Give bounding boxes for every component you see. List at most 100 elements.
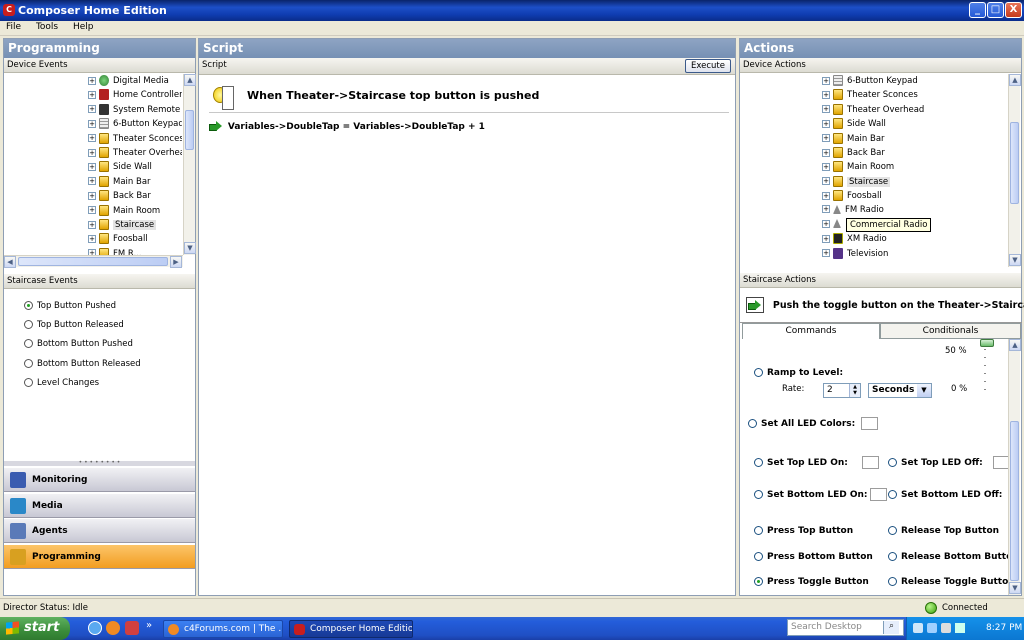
expand-icon[interactable]: + [88,234,96,243]
scroll-right-icon[interactable]: ▶ [170,256,182,268]
start-button[interactable]: start [0,617,70,640]
left-tree-hscroll[interactable]: ◀ ▶ [4,255,183,268]
expand-icon[interactable]: + [88,76,96,85]
event-radio[interactable] [24,358,33,368]
tray-icon[interactable] [913,623,923,633]
expand-icon[interactable]: + [822,105,830,114]
tab-conditionals[interactable]: Conditionals [880,323,1021,339]
bottom-led-on-swatch[interactable] [869,488,887,501]
tree-item[interactable]: + XM Radio [822,233,887,247]
event-radio[interactable] [24,320,33,330]
scroll-down-icon[interactable]: ▼ [1009,582,1021,594]
tree-item[interactable]: + Theater Sconces [88,132,182,147]
tree-item[interactable]: + Theater Sconces [822,89,918,103]
expand-icon[interactable]: + [88,220,96,229]
nav-media[interactable]: Media [4,492,195,518]
scroll-left-icon[interactable]: ◀ [4,256,16,268]
event-option[interactable]: Top Button Released [24,320,124,330]
tree-item[interactable]: + Main Bar [822,132,885,147]
hscroll-thumb[interactable] [18,257,168,266]
release-top-button-option[interactable]: Release Top Button [888,526,999,536]
close-button[interactable]: X [1005,2,1022,18]
set-top-led-on-option[interactable]: Set Top LED On: [754,456,879,469]
tree-item[interactable]: + Digital Media [88,75,169,89]
scroll-thumb[interactable] [185,110,194,150]
event-option[interactable]: Bottom Button Pushed [24,339,133,349]
expand-icon[interactable]: + [822,177,830,186]
tree-item[interactable]: + Main Room [822,161,894,175]
scroll-thumb[interactable] [1010,122,1019,204]
tree-item[interactable]: + Staircase [88,219,157,233]
all-led-color-swatch[interactable] [861,417,879,430]
tree-item[interactable]: + System Remote C [88,103,182,118]
ramp-to-level-option[interactable]: Ramp to Level: [754,368,843,378]
tree-item[interactable]: + Main Room [88,204,160,219]
commands-vscroll[interactable]: ▲ ▼ [1008,339,1021,595]
action-title-row[interactable]: Push the toggle button on the Theater->S… [746,297,1024,313]
quicklaunch-more-icon[interactable]: » [146,620,152,631]
release-toggle-button-option[interactable]: Release Toggle Button [888,577,1008,587]
set-all-led-option[interactable]: Set All LED Colors: [748,417,879,430]
level-slider-thumb[interactable] [980,339,994,347]
expand-icon[interactable]: + [88,105,96,114]
scroll-up-icon[interactable]: ▲ [184,74,196,86]
tree-item[interactable]: + Side Wall [88,161,152,175]
expand-icon[interactable]: + [88,191,96,200]
tray-icon[interactable] [927,623,937,633]
search-desktop-input[interactable]: Search Desktop ⌕ [787,619,904,636]
tree-item[interactable]: + Main Bar [88,175,151,190]
tree-item[interactable]: +6-Button Keypad [822,75,918,89]
tree-item[interactable]: + Foosball [822,190,882,204]
tree-item[interactable]: + [822,219,845,233]
execute-button[interactable]: Execute [685,59,731,73]
tree-item[interactable]: + Staircase [822,175,891,190]
firefox-icon[interactable] [106,621,120,635]
expand-icon[interactable]: + [88,162,96,171]
event-radio[interactable] [24,301,33,310]
expand-icon[interactable]: + [822,90,830,99]
device-events-tree[interactable]: + Digital Media + Home Controller H + System … [4,74,182,257]
expand-icon[interactable]: + [88,134,96,143]
tree-item[interactable]: + Side Wall [822,118,886,132]
expand-icon[interactable]: + [822,191,830,200]
maximize-button[interactable]: □ [987,2,1004,18]
event-radio[interactable] [24,339,33,349]
expand-icon[interactable]: + [88,90,96,99]
event-radio[interactable] [24,377,33,387]
tree-item[interactable]: + Theater Overhead [822,103,924,118]
scroll-thumb[interactable] [1010,421,1019,581]
search-icon[interactable]: ⌕ [883,621,899,634]
scroll-down-icon[interactable]: ▼ [184,242,196,254]
tree-item[interactable]: + Home Controller H [88,89,182,103]
task-c4forums[interactable]: c4Forums.com | The ... [163,620,283,638]
set-top-led-off-option[interactable]: Set Top LED Off: [888,456,1008,469]
quicklaunch-app-icon[interactable] [125,621,139,635]
menu-file[interactable]: File [0,21,21,32]
release-bottom-button-option[interactable]: Release Bottom Button [888,552,1008,562]
expand-icon[interactable]: + [822,234,830,243]
top-led-off-swatch[interactable] [992,456,1008,469]
expand-icon[interactable]: + [822,219,830,228]
menu-help[interactable]: Help [61,21,94,32]
task-composer[interactable]: Composer Home Edition [289,620,413,638]
expand-icon[interactable]: + [88,119,96,128]
scroll-down-icon[interactable]: ▼ [1009,254,1021,266]
ie-icon[interactable] [88,621,102,635]
expand-icon[interactable]: + [822,249,830,258]
scroll-up-icon[interactable]: ▲ [1009,74,1021,86]
expand-icon[interactable]: + [822,162,830,171]
press-top-button-option[interactable]: Press Top Button [754,526,853,536]
expand-icon[interactable]: + [822,134,830,143]
nav-programming[interactable]: Programming [4,543,195,569]
set-bottom-led-on-option[interactable]: Set Bottom LED On: [754,488,887,501]
rate-stepper[interactable]: 2 ▲ ▼ [823,383,861,398]
tree-item[interactable]: + Television [822,247,888,262]
tree-item[interactable]: + FM Radio [822,204,884,219]
set-bottom-led-off-option[interactable]: Set Bottom LED Off: [888,488,1008,501]
tree-item[interactable]: + Theater Overhead [88,147,182,161]
scroll-up-icon[interactable]: ▲ [1009,339,1021,351]
event-option[interactable]: Bottom Button Released [24,358,141,369]
rate-unit-select[interactable]: Seconds ▼ [868,383,932,398]
expand-icon[interactable]: + [88,206,96,215]
volume-icon[interactable] [955,623,965,633]
